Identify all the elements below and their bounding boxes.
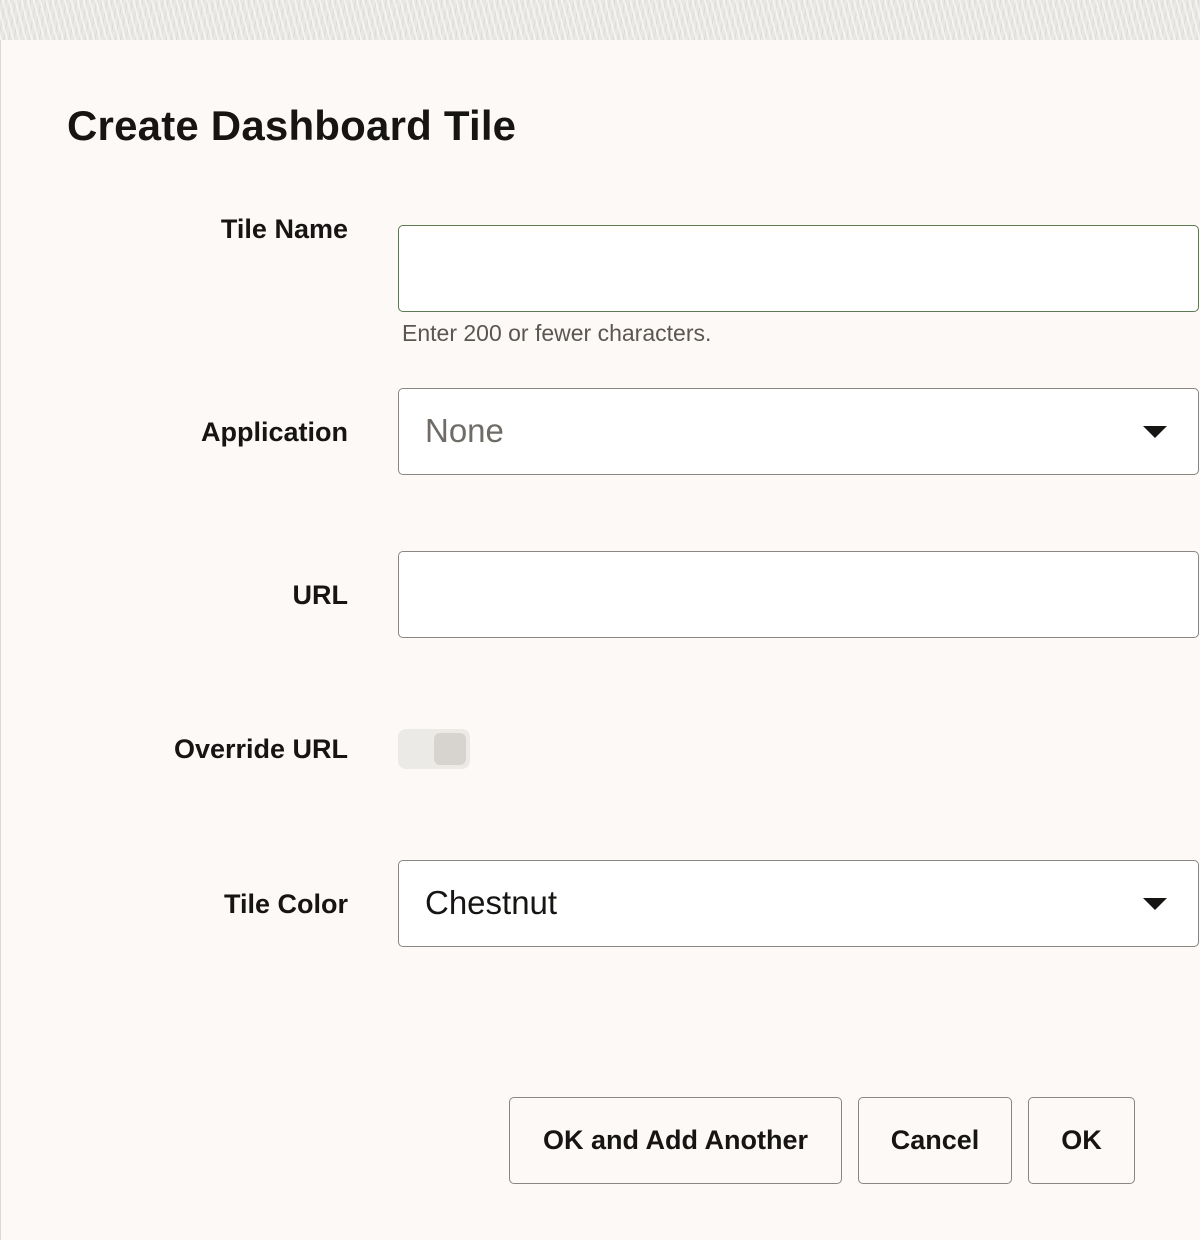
dialog-title: Create Dashboard Tile — [67, 102, 517, 149]
switch-knob — [434, 733, 466, 765]
chevron-down-icon — [1143, 898, 1167, 910]
tile-name-input[interactable] — [399, 226, 1198, 311]
application-label: Application — [201, 417, 348, 447]
backdrop-texture — [0, 0, 1200, 40]
application-select[interactable]: None — [398, 388, 1199, 475]
tile-color-label: Tile Color — [223, 889, 348, 919]
tile-name-label: Tile Name — [220, 214, 348, 244]
create-dashboard-tile-dialog: Create Dashboard Tile Tile Name Enter 20… — [0, 40, 1200, 1240]
tile-color-select[interactable]: Chestnut — [398, 860, 1199, 947]
override-url-label: Override URL — [173, 734, 348, 764]
ok-and-add-another-button[interactable]: OK and Add Another — [509, 1097, 842, 1184]
application-selected-value: None — [425, 412, 504, 449]
url-field — [398, 551, 1199, 638]
tile-name-helper-text: Enter 200 or fewer characters. — [402, 320, 712, 346]
url-label: URL — [292, 580, 349, 610]
url-input[interactable] — [399, 552, 1198, 637]
override-url-switch[interactable] — [398, 729, 470, 769]
tile-color-selected-value: Chestnut — [425, 884, 558, 921]
ok-button[interactable]: OK — [1028, 1097, 1135, 1184]
tile-name-field — [398, 225, 1199, 312]
chevron-down-icon — [1143, 426, 1167, 438]
cancel-button[interactable]: Cancel — [858, 1097, 1012, 1184]
